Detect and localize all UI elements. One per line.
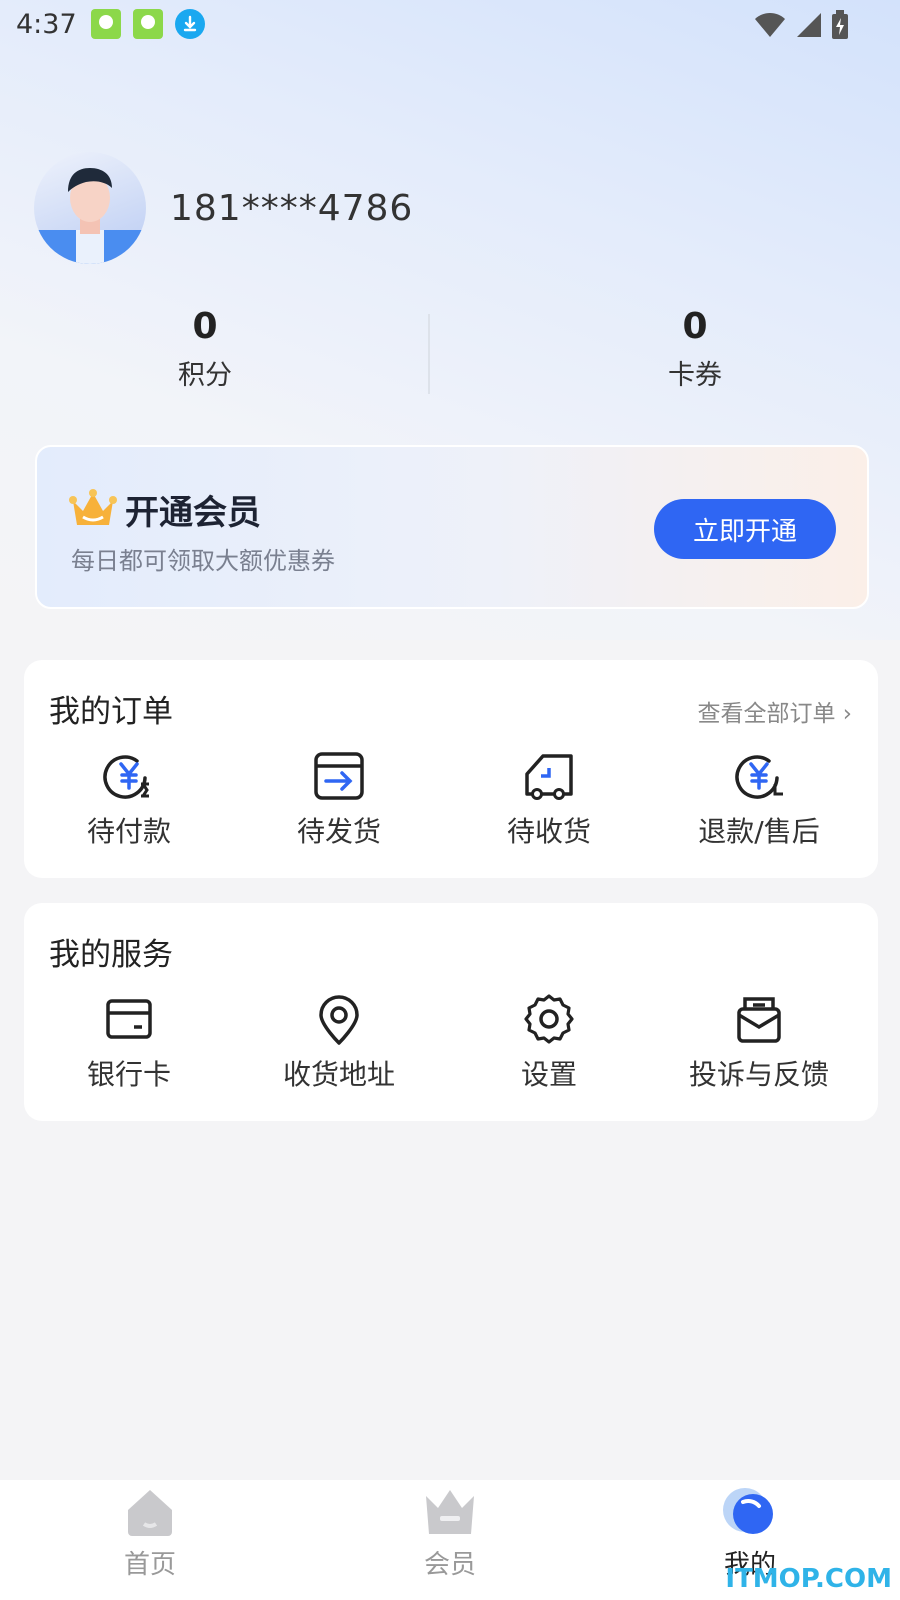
service-settings[interactable]: 设置 [444, 991, 654, 1093]
crown-icon [69, 489, 117, 525]
order-refund-label: 退款/售后 [698, 815, 820, 848]
refund-icon [735, 755, 783, 799]
open-membership-button[interactable]: 立即开通 [654, 499, 836, 559]
order-refund[interactable]: 退款/售后 [654, 748, 864, 850]
order-pending-shipment-label: 待发货 [296, 815, 381, 848]
service-feedback-label: 投诉与反馈 [688, 1058, 829, 1091]
chevron-right-icon: › [842, 701, 852, 727]
services-grid: 银行卡 收货地址 设置 投诉与反馈 [24, 991, 878, 1093]
download-icon [174, 9, 205, 39]
pending-payment-icon [103, 755, 149, 799]
member-subtitle: 每日都可领取大额优惠券 [71, 547, 335, 575]
stats-bar: 0 积分 0 卡券 [0, 306, 900, 396]
status-indicators [754, 10, 850, 40]
nav-home[interactable]: 首页 [0, 1480, 300, 1600]
battery-icon [832, 10, 848, 39]
points-stat[interactable]: 0 积分 [105, 306, 305, 392]
stats-divider [428, 314, 430, 394]
order-pending-payment[interactable]: 待付款 [24, 748, 234, 850]
service-address-label: 收货地址 [282, 1058, 395, 1091]
pending-receipt-icon [525, 754, 573, 800]
order-pending-payment-label: 待付款 [86, 815, 171, 848]
status-time: 4:37 [16, 8, 77, 40]
service-settings-label: 设置 [520, 1058, 577, 1091]
points-label: 积分 [178, 360, 232, 391]
order-pending-shipment[interactable]: 待发货 [234, 748, 444, 850]
avatar[interactable] [34, 152, 146, 264]
orders-grid: 待付款 待发货 待收货 退款/售后 [24, 748, 878, 850]
order-pending-receipt-label: 待收货 [506, 815, 591, 848]
site-watermark: ITMOP.COM [725, 1564, 892, 1594]
points-value: 0 [192, 306, 218, 347]
service-bank-card[interactable]: 银行卡 [24, 991, 234, 1093]
bank-card-icon [106, 999, 152, 1039]
location-icon [319, 995, 359, 1045]
service-bank-card-label: 银行卡 [86, 1058, 171, 1091]
member-banner[interactable]: 开通会员 每日都可领取大额优惠券 立即开通 [35, 445, 869, 609]
avatar-image [34, 168, 146, 264]
member-title: 开通会员 [125, 493, 261, 533]
coupons-value: 0 [682, 306, 708, 347]
user-phone: 181****4786 [170, 188, 414, 229]
signal-icon [797, 13, 821, 37]
view-all-orders-link[interactable]: 查看全部订单 › [697, 694, 852, 728]
coupons-stat[interactable]: 0 卡券 [595, 306, 795, 392]
gear-icon [524, 994, 574, 1044]
nav-member[interactable]: 会员 [300, 1480, 600, 1600]
home-icon [128, 1490, 172, 1536]
services-card: 我的服务 银行卡 收货地址 设置 投诉与反馈 [24, 903, 878, 1121]
crown-icon [426, 1490, 474, 1534]
app-notification-icon [132, 9, 163, 39]
orders-title: 我的订单 [49, 694, 173, 730]
nav-home-label: 首页 [123, 1550, 176, 1580]
service-address[interactable]: 收货地址 [234, 991, 444, 1093]
profile-icon [723, 1488, 773, 1534]
order-pending-receipt[interactable]: 待收货 [444, 748, 654, 850]
app-notification-icon [90, 9, 121, 39]
nav-member-label: 会员 [423, 1550, 476, 1580]
services-title: 我的服务 [49, 937, 173, 973]
feedback-icon [737, 997, 781, 1043]
pending-shipment-icon [314, 752, 364, 800]
coupons-label: 卡券 [668, 360, 722, 391]
view-all-orders-label: 查看全部订单 [697, 701, 836, 727]
orders-card: 我的订单 查看全部订单 › 待付款 待发货 待收货 退款/售后 [24, 660, 878, 878]
service-feedback[interactable]: 投诉与反馈 [654, 991, 864, 1093]
wifi-icon [755, 13, 785, 37]
status-bar: 4:37 [0, 0, 900, 48]
